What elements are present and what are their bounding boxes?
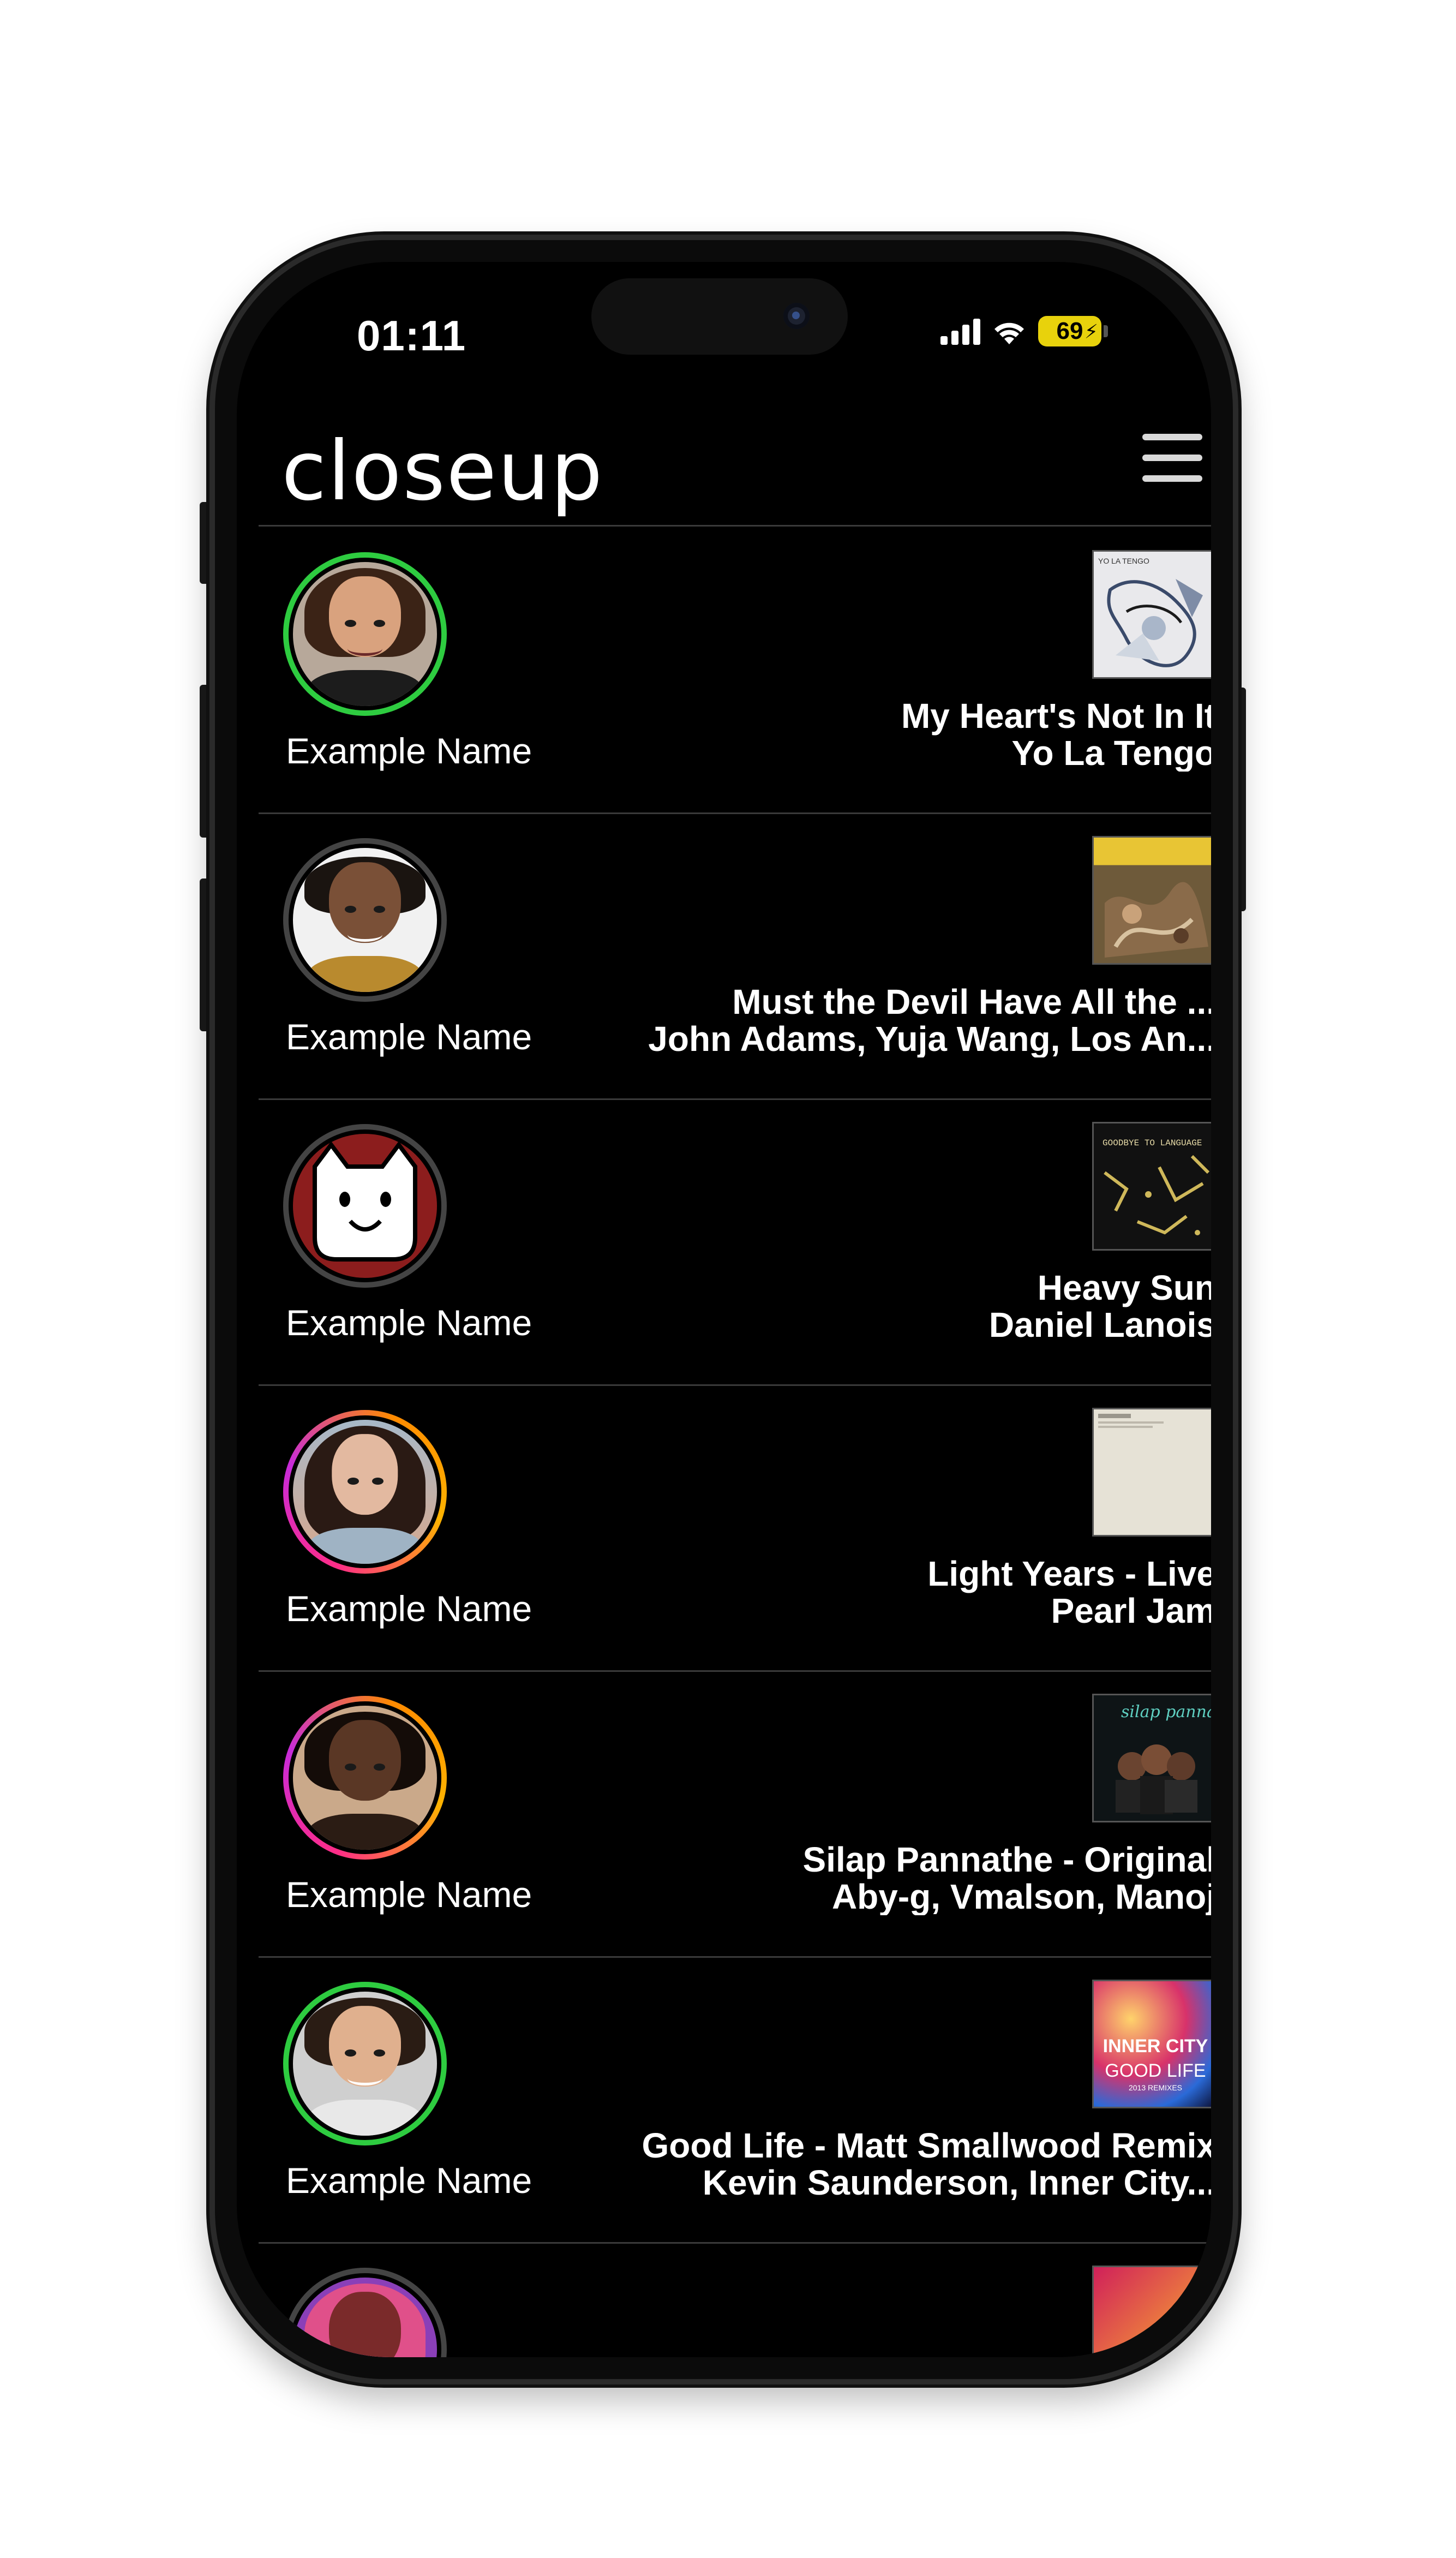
album-art-text: silap pannathe xyxy=(1121,1702,1211,1722)
user-name[interactable]: Example Name xyxy=(286,1874,532,1915)
track-info[interactable]: Good Life - Matt Smallwood Remix Kevin S… xyxy=(561,2127,1212,2201)
user-name[interactable]: Example Name xyxy=(286,1588,532,1629)
album-art-text: YO LA TENGO xyxy=(1098,557,1149,565)
album-art[interactable] xyxy=(1092,836,1211,965)
feed-row[interactable]: Example Name Must the Devil Have All the… xyxy=(259,814,1211,1100)
user-name[interactable]: Example Name xyxy=(286,1302,532,1343)
status-indicators: 69 ⚡ xyxy=(940,312,1108,350)
phone-frame: 01:11 69 ⚡ closeup Example Name YO LA TE… xyxy=(209,235,1238,2384)
hamburger-menu-button[interactable] xyxy=(1142,434,1202,494)
avatar[interactable] xyxy=(283,1410,447,1574)
album-art-graphic xyxy=(1105,882,1208,958)
charging-bolt-icon: ⚡ xyxy=(1084,320,1098,343)
album-art-graphic: silap pannathe xyxy=(1116,1702,1211,1814)
album-art[interactable]: silap pannathe xyxy=(1092,1694,1211,1822)
track-title: My Heart's Not In It xyxy=(901,697,1211,736)
track-artist: Aby-g, Vmalson, Manoj xyxy=(831,1877,1211,1915)
camera-icon xyxy=(783,303,810,329)
user-name[interactable]: Example Name xyxy=(286,730,532,772)
track-title: Light Years - Live xyxy=(927,1555,1211,1593)
mockup-stage: 01:11 69 ⚡ closeup Example Name YO LA TE… xyxy=(0,0,1456,2558)
feed-row[interactable]: Example Name silap pannathe xyxy=(259,1672,1211,1958)
cat-avatar-icon xyxy=(313,1141,417,1262)
track-title: Good Life - Matt Smallwood Remix xyxy=(642,2127,1212,2165)
battery-level: 69 xyxy=(1056,318,1083,344)
track-title: Heavy Sun xyxy=(1037,1269,1211,1307)
avatar[interactable] xyxy=(283,838,447,1002)
avatar[interactable] xyxy=(283,1696,447,1860)
menu-line xyxy=(1142,455,1202,461)
avatar[interactable] xyxy=(283,1982,447,2145)
album-art-text: 2013 REMIXES xyxy=(1129,2083,1182,2092)
app-header: closeup xyxy=(259,401,1211,527)
track-info[interactable]: Light Years - Live Pearl Jam xyxy=(561,1555,1211,1629)
album-art-text: INNER CITY xyxy=(1103,2036,1208,2057)
app-logo: closeup xyxy=(281,424,604,519)
wifi-icon xyxy=(994,322,1024,344)
album-art[interactable]: GOODBYE TO LANGUAGE xyxy=(1092,1122,1211,1251)
status-time: 01:11 xyxy=(357,312,466,360)
album-art-graphic: YO LA TENGO xyxy=(1098,557,1203,667)
feed-row[interactable]: Example Name YO LA TENGO My Heart's Not xyxy=(259,528,1211,814)
battery-cap xyxy=(1104,325,1108,337)
cellular-signal-icon xyxy=(940,318,980,345)
track-artist: Yo La Tengo xyxy=(1011,733,1212,772)
album-art[interactable] xyxy=(1092,1408,1211,1537)
menu-line xyxy=(1142,475,1202,482)
track-info[interactable]: Silap Pannathe - Original Aby-g, Vmalson… xyxy=(561,1841,1211,1915)
track-title: Must the Devil Have All the ... xyxy=(732,983,1211,1021)
album-art[interactable]: INNER CITY GOOD LIFE 2013 REMIXES xyxy=(1092,1980,1211,2108)
album-art[interactable] xyxy=(1092,2266,1211,2357)
dynamic-island xyxy=(591,278,848,355)
album-art-text: GOODBYE TO LANGUAGE xyxy=(1103,1138,1202,1148)
album-art-graphic: GOODBYE TO LANGUAGE xyxy=(1103,1138,1210,1235)
track-artist: Pearl Jam xyxy=(1051,1591,1211,1629)
phone-screen: 01:11 69 ⚡ closeup Example Name YO LA TE… xyxy=(237,262,1211,2357)
track-info[interactable]: Heavy Sun Daniel Lanois xyxy=(561,1269,1211,1343)
menu-line xyxy=(1142,434,1202,440)
track-info[interactable]: Must the Devil Have All the ... John Ada… xyxy=(561,983,1211,1057)
feed-row[interactable]: Example Name Light Years - Live Pearl Ja… xyxy=(259,1386,1211,1672)
album-art[interactable]: YO LA TENGO xyxy=(1092,550,1211,679)
feed-row[interactable]: Example Name INNER CITY GOOD LIFE 2013 R… xyxy=(259,1958,1211,2244)
avatar[interactable] xyxy=(283,2268,447,2357)
user-name[interactable]: Example Name xyxy=(286,2160,532,2201)
album-art-graphic: INNER CITY GOOD LIFE 2013 REMIXES xyxy=(1103,2036,1208,2092)
battery-icon: 69 ⚡ xyxy=(1038,316,1101,346)
album-art-graphic xyxy=(1098,1414,1164,1428)
track-artist: Kevin Saunderson, Inner City... xyxy=(702,2163,1211,2201)
track-info[interactable]: My Heart's Not In It Yo La Tengo xyxy=(561,697,1211,772)
feed-row[interactable]: Example Name GOODBYE TO LANGUAGE Heavy S… xyxy=(259,1100,1211,1386)
avatar[interactable] xyxy=(283,1124,447,1288)
friends-feed[interactable]: Example Name YO LA TENGO My Heart's Not xyxy=(259,528,1211,2357)
track-artist: Daniel Lanois xyxy=(988,1305,1211,1343)
track-artist: John Adams, Yuja Wang, Los An... xyxy=(648,1019,1211,1057)
feed-row-partial[interactable] xyxy=(259,2244,1211,2357)
avatar[interactable] xyxy=(283,552,447,716)
album-art-text: GOOD LIFE xyxy=(1105,2060,1206,2081)
user-name[interactable]: Example Name xyxy=(286,1016,532,1057)
track-title: Silap Pannathe - Original xyxy=(802,1841,1211,1879)
